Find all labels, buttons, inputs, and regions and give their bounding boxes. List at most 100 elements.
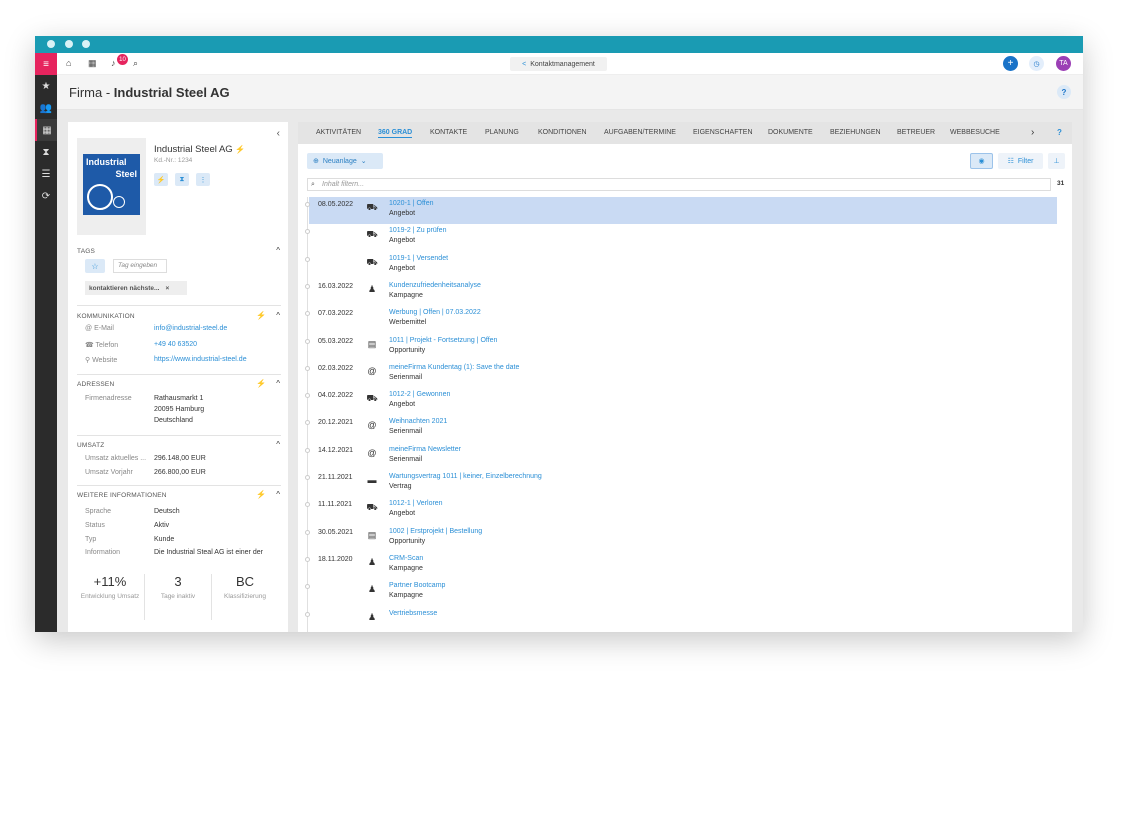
tab-dokumente[interactable]: DOKUMENTE bbox=[768, 129, 813, 136]
timeline-title-link[interactable]: 1011 | Projekt - Fortsetzung | Offen bbox=[389, 337, 497, 344]
search-icon[interactable]: ⌕ bbox=[133, 58, 138, 69]
tab-beziehungen[interactable]: BEZIEHUNGEN bbox=[830, 129, 881, 136]
timeline-title-link[interactable]: Weihnachten 2021 bbox=[389, 418, 447, 425]
star-icon[interactable]: ☆ bbox=[85, 259, 105, 273]
bell-icon[interactable]: ♪ bbox=[111, 58, 116, 68]
timeline-title-link[interactable]: 1002 | Erstprojekt | Bestellung bbox=[389, 528, 482, 535]
timeline-row[interactable]: 30.05.2021 ▤ 1002 | Erstprojekt | Bestellu… bbox=[305, 525, 1057, 552]
collapse-icon[interactable]: ‹ bbox=[277, 128, 280, 139]
new-entry-button[interactable]: ⊕ Neuanlage ⌄ bbox=[307, 153, 383, 169]
timeline-title-link[interactable]: Kundenzufriedenheitsanalyse bbox=[389, 282, 481, 289]
timeline-row[interactable]: 05.03.2022 ▤ 1011 | Projekt - Fortsetzung … bbox=[305, 334, 1057, 361]
tab-aktivitaeten[interactable]: AKTIVITÄTEN bbox=[316, 129, 361, 136]
email-label: @ E-Mail bbox=[85, 325, 114, 332]
tab-planung[interactable]: PLANUNG bbox=[485, 129, 519, 136]
home-icon[interactable]: ⌂ bbox=[66, 58, 71, 68]
timeline-row[interactable]: 18.11.2020 ♟ CRM-Scan Kampagne bbox=[305, 552, 1057, 579]
timeline-title-link[interactable]: 1019-1 | Versendet bbox=[389, 255, 448, 262]
email-link[interactable]: info@industrial-steel.de bbox=[154, 325, 227, 332]
timeline-row[interactable]: 16.03.2022 ♟ Kundenzufriedenheitsanalyse Ka… bbox=[305, 279, 1057, 306]
chevron-right-icon[interactable]: › bbox=[1031, 127, 1034, 138]
timeline-title-link[interactable]: Vertriebsmesse bbox=[389, 610, 437, 617]
pin-icon[interactable]: ⚡ bbox=[154, 173, 168, 186]
timeline-row[interactable]: ⛟ 1019-2 | Zu prüfen Angebot bbox=[305, 224, 1057, 251]
timeline-type: Opportunity bbox=[389, 537, 426, 545]
phone-link[interactable]: +49 40 63520 bbox=[154, 341, 197, 348]
add-icon[interactable]: + bbox=[1003, 56, 1018, 71]
timeline-row[interactable]: ⛟ 1019-1 | Versendet Angebot bbox=[305, 252, 1057, 279]
timeline-title-link[interactable]: CRM-Scan bbox=[389, 555, 423, 562]
timeline-title-link[interactable]: meineFirma Kundentag (1): Save the date bbox=[389, 364, 519, 371]
stat-value: 3 bbox=[174, 574, 182, 589]
timeline-dot bbox=[305, 556, 310, 562]
sync-icon[interactable]: ⟳ bbox=[35, 185, 57, 207]
cart-icon: ⛟ bbox=[366, 393, 378, 404]
website-link[interactable]: https://www.industrial-steel.de bbox=[154, 356, 247, 363]
chevron-up-icon[interactable]: ^ bbox=[276, 311, 280, 320]
help-icon[interactable]: ? bbox=[1057, 85, 1071, 99]
timeline-row[interactable]: 04.02.2022 ⛟ 1012-2 | Gewonnen Angebot bbox=[305, 388, 1057, 415]
module-switch[interactable]: < Kontaktmanagement bbox=[510, 57, 607, 71]
divider bbox=[77, 305, 281, 306]
tab-360-grad[interactable]: 360 GRAD bbox=[378, 129, 413, 138]
eye-icon[interactable]: ◉ bbox=[970, 153, 993, 169]
timeline-row[interactable]: 20.12.2021 @ Weihnachten 2021 Serienmail bbox=[305, 415, 1057, 442]
timeline-row[interactable]: 11.11.2021 ⛟ 1012-1 | Verloren Angebot bbox=[305, 497, 1057, 524]
window-dot[interactable] bbox=[82, 40, 90, 48]
timeline-row[interactable]: 07.03.2022 Werbung | Offen | 07.03.2022 We… bbox=[305, 306, 1057, 333]
window-dot[interactable] bbox=[47, 40, 55, 48]
timeline-row[interactable]: 08.05.2022 ⛟ 1020-1 | Offen Angebot bbox=[305, 197, 1057, 224]
filter-button[interactable]: ☷ Filter bbox=[998, 153, 1043, 169]
avatar[interactable]: TA bbox=[1056, 56, 1071, 71]
hourglass-icon[interactable]: ⧗ bbox=[35, 141, 57, 163]
timeline-title-link[interactable]: 1012-1 | Verloren bbox=[389, 500, 443, 507]
more-icon[interactable]: ⋮ bbox=[196, 173, 210, 186]
sort-icon[interactable]: ⊥ bbox=[1048, 153, 1065, 169]
tag-chip[interactable]: kontaktieren nächste... × bbox=[85, 281, 187, 295]
timeline-row[interactable]: 14.12.2021 @ meineFirma Newsletter Serienma… bbox=[305, 443, 1057, 470]
tab-eigenschaften[interactable]: EIGENSCHAFTEN bbox=[693, 129, 753, 136]
addresses-header: ADRESSEN bbox=[77, 381, 115, 388]
calendar-icon[interactable]: ▦ bbox=[88, 58, 97, 69]
timeline-title-link[interactable]: Partner Bootcamp bbox=[389, 582, 445, 589]
timeline-title-link[interactable]: meineFirma Newsletter bbox=[389, 446, 461, 453]
timeline-title-link[interactable]: Wartungsvertrag 1011 | keiner, Einzelber… bbox=[389, 473, 542, 480]
timeline-dot bbox=[305, 502, 310, 508]
star-icon[interactable]: ★ bbox=[35, 75, 57, 97]
timeline-row[interactable]: 21.11.2021 ▬ Wartungsvertrag 1011 | keiner… bbox=[305, 470, 1057, 497]
timeline-dot bbox=[305, 202, 310, 207]
pin-icon[interactable]: ⚡ bbox=[256, 379, 266, 388]
window-dot[interactable] bbox=[65, 40, 73, 48]
tab-konditionen[interactable]: KONDITIONEN bbox=[538, 129, 587, 136]
chevron-up-icon[interactable]: ^ bbox=[276, 440, 280, 449]
close-icon[interactable]: × bbox=[165, 285, 169, 292]
tab-betreuer[interactable]: BETREUER bbox=[897, 129, 935, 136]
contacts-icon[interactable]: 👥 bbox=[35, 97, 57, 119]
timeline-title-link[interactable]: 1020-1 | Offen bbox=[389, 200, 434, 207]
pin-icon[interactable]: ⚡ bbox=[256, 311, 266, 320]
pin-icon[interactable]: ⚡ bbox=[235, 145, 245, 154]
at-icon: @ bbox=[367, 420, 377, 431]
tag-input[interactable]: Tag eingeben bbox=[113, 259, 167, 273]
list-icon[interactable]: ☰ bbox=[35, 163, 57, 185]
chevron-up-icon[interactable]: ^ bbox=[276, 379, 280, 388]
timeline-title-link[interactable]: Werbung | Offen | 07.03.2022 bbox=[389, 309, 481, 316]
timeline-title-link[interactable]: 1019-2 | Zu prüfen bbox=[389, 227, 446, 234]
building-icon[interactable]: ▦ bbox=[35, 119, 57, 141]
menu-icon[interactable]: ≡ bbox=[35, 53, 57, 75]
tab-aufgaben-termine[interactable]: AUFGABEN/TERMINE bbox=[604, 129, 676, 136]
tab-kontakte[interactable]: KONTAKTE bbox=[430, 129, 467, 136]
history-icon[interactable]: ◷ bbox=[1029, 56, 1044, 71]
timeline-row[interactable]: 02.03.2022 @ meineFirma Kundentag (1): Sav… bbox=[305, 361, 1057, 388]
timeline-row[interactable]: ♟ Vertriebsmesse bbox=[305, 607, 1057, 633]
stat-label: Tage inaktiv bbox=[160, 593, 196, 600]
tab-webbesuche[interactable]: WEBBESUCHE bbox=[950, 129, 1000, 136]
filter-input[interactable]: ⌕ Inhalt filtern... bbox=[307, 178, 1051, 191]
help-icon[interactable]: ? bbox=[1057, 128, 1062, 137]
chevron-up-icon[interactable]: ^ bbox=[276, 490, 280, 499]
hourglass-icon[interactable]: ⧗ bbox=[175, 173, 189, 186]
timeline-title-link[interactable]: 1012-2 | Gewonnen bbox=[389, 391, 450, 398]
pin-icon[interactable]: ⚡ bbox=[256, 490, 266, 499]
chevron-up-icon[interactable]: ^ bbox=[276, 246, 280, 255]
timeline-row[interactable]: ♟ Partner Bootcamp Kampagne bbox=[305, 579, 1057, 606]
